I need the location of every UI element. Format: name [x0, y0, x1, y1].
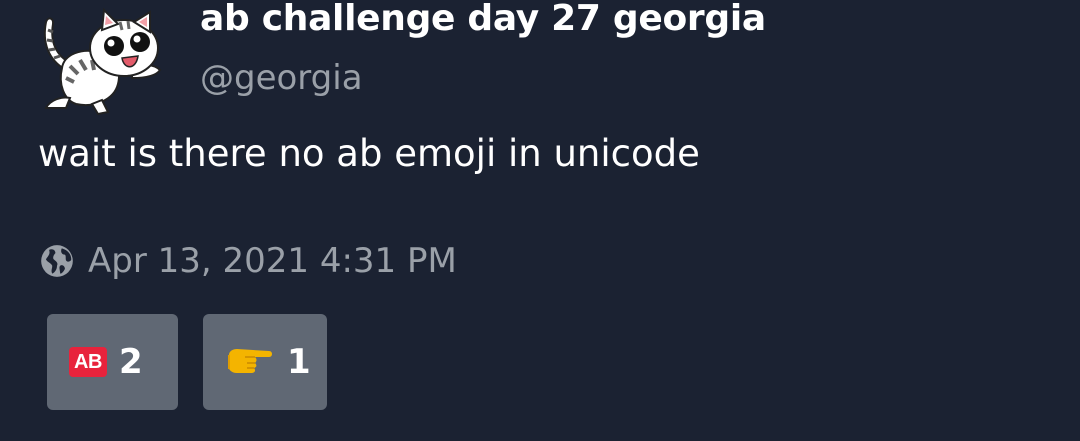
- cat-avatar-icon: [43, 7, 162, 116]
- user-handle[interactable]: @georgia: [200, 58, 363, 98]
- post-card: ab challenge day 27 georgia @georgia wai…: [0, 0, 1080, 441]
- pointing-right-hand-emoji-icon: [225, 343, 275, 381]
- display-name[interactable]: ab challenge day 27 georgia: [200, 0, 766, 39]
- post-timestamp[interactable]: Apr 13, 2021 4:31 PM: [88, 241, 457, 281]
- post-meta: Apr 13, 2021 4:31 PM: [38, 241, 457, 281]
- reaction-ab-button[interactable]: AB 2: [47, 314, 178, 410]
- reaction-count: 2: [119, 342, 143, 382]
- reaction-pointing-right[interactable]: 1: [203, 314, 327, 410]
- post-content: wait is there no ab emoji in unicode: [38, 132, 700, 175]
- reactions-bar: AB 2 1: [47, 314, 327, 410]
- reaction-count: 1: [287, 342, 311, 382]
- globe-icon: [38, 242, 76, 280]
- ab-button-emoji-icon: AB: [69, 347, 107, 377]
- avatar[interactable]: [36, 7, 166, 116]
